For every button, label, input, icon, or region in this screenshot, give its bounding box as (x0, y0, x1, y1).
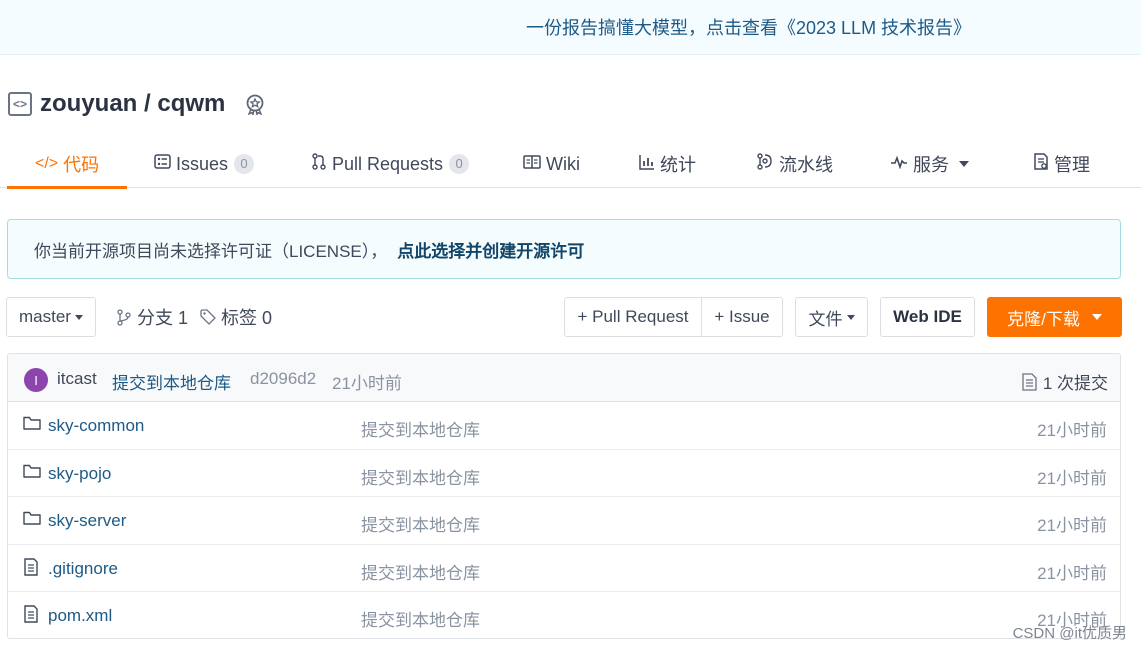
pull-request-icon (311, 153, 327, 175)
tab-manage[interactable]: 管理 (1033, 140, 1090, 188)
tab-label: 统计 (660, 155, 696, 175)
tags-count: 标签 0 (221, 308, 273, 328)
commit-time: 21小时前 (332, 374, 402, 393)
file-row[interactable]: sky-common 提交到本地仓库 21小时前 (8, 402, 1120, 450)
new-pull-request-button[interactable]: + Pull Request (564, 297, 702, 337)
tab-label: 管理 (1054, 155, 1090, 175)
file-time: 21小时前 (1037, 468, 1107, 488)
commit-author[interactable]: itcast (57, 369, 97, 389)
branch-icon (116, 308, 132, 326)
branches-link[interactable]: 分支 1 (116, 297, 188, 337)
badge-icon[interactable] (243, 92, 267, 116)
file-row[interactable]: pom.xml 提交到本地仓库 21小时前 (8, 592, 1120, 638)
code-icon: </> (35, 155, 59, 172)
tab-issues[interactable]: Issues 0 (154, 140, 255, 188)
tab-statistics[interactable]: 统计 (639, 140, 696, 188)
chevron-down-icon (846, 314, 855, 320)
tab-pipeline[interactable]: 流水线 (756, 140, 833, 188)
repo-toolbar: master 分支 1 标签 0 + Pull Request + Issue … (0, 297, 1141, 337)
tab-label: 流水线 (779, 155, 833, 175)
commit-count-link[interactable]: 1 次提交 (1022, 369, 1108, 394)
folder-icon (23, 510, 41, 528)
commit-count: 1 次提交 (1042, 374, 1108, 393)
branch-select[interactable]: master (6, 297, 96, 337)
file-commit-message[interactable]: 提交到本地仓库 (361, 464, 480, 489)
chart-icon (639, 154, 655, 175)
commit-message[interactable]: 提交到本地仓库 (112, 369, 231, 394)
watermark: CSDN @it优质男 (1012, 625, 1127, 642)
banner-text[interactable]: 一份报告搞懂大模型，点击查看《2023 LLM 技术报告》 (526, 14, 971, 40)
file-time: 21小时前 (1037, 563, 1107, 583)
file-row[interactable]: sky-server 提交到本地仓库 21小时前 (8, 497, 1120, 545)
file-list: I itcast 提交到本地仓库 d2096d2 21小时前 1 次提交 sky… (7, 353, 1121, 639)
files-dropdown-label: 文件 (808, 309, 843, 329)
clone-download-label: 克隆/下载 (1007, 309, 1080, 329)
book-icon (523, 154, 541, 174)
license-notice: 你当前开源项目尚未选择许可证（LICENSE）， 点此选择并创建开源许可 (7, 219, 1121, 279)
promo-banner[interactable]: 一份报告搞懂大模型，点击查看《2023 LLM 技术报告》 (0, 0, 1141, 55)
tab-label: 服务 (913, 155, 949, 175)
commit-hash[interactable]: d2096d2 (250, 369, 316, 389)
file-time: 21小时前 (1037, 516, 1107, 535)
file-row[interactable]: sky-pojo 提交到本地仓库 21小时前 (8, 450, 1120, 497)
chevron-down-icon (1091, 314, 1102, 320)
pull-requests-count-badge: 0 (449, 154, 470, 174)
files-dropdown[interactable]: 文件 (795, 297, 868, 337)
branch-select-label: master (19, 307, 71, 326)
branches-count: 分支 1 (137, 308, 189, 328)
file-name-link[interactable]: sky-common (48, 416, 144, 436)
folder-icon (23, 463, 41, 481)
issues-icon (154, 154, 171, 174)
avatar[interactable]: I (24, 368, 48, 392)
file-text-icon (23, 557, 41, 576)
pipeline-icon (756, 153, 774, 175)
pulse-icon (890, 155, 908, 174)
tab-label: 代码 (63, 155, 100, 175)
latest-commit: I itcast 提交到本地仓库 d2096d2 21小时前 1 次提交 (8, 354, 1120, 402)
chevron-down-icon (74, 314, 83, 320)
repo-code-icon: <> (8, 92, 32, 116)
repo-name[interactable]: zouyuan / cqwm (40, 90, 225, 118)
file-commit-message[interactable]: 提交到本地仓库 (361, 606, 480, 631)
repo-header: <> zouyuan / cqwm (8, 88, 267, 120)
file-text-icon (23, 605, 41, 623)
tags-link[interactable]: 标签 0 (200, 297, 272, 337)
file-commit-message[interactable]: 提交到本地仓库 (361, 511, 480, 536)
file-name-link[interactable]: sky-pojo (48, 464, 111, 484)
file-commit-message[interactable]: 提交到本地仓库 (361, 416, 480, 441)
new-issue-button[interactable]: + Issue (701, 297, 783, 337)
file-time: 21小时前 (1037, 421, 1107, 440)
file-name-link[interactable]: sky-server (48, 511, 126, 531)
clone-download-button[interactable]: 克隆/下载 (987, 297, 1122, 337)
tab-wiki[interactable]: Wiki (523, 140, 580, 188)
create-license-link[interactable]: 点此选择并创建开源许可 (397, 237, 584, 262)
folder-icon (23, 415, 41, 433)
tab-label: Wiki (546, 153, 580, 174)
chevron-down-icon (959, 161, 969, 167)
repo-tabs: </> 代码 Issues 0 Pull Requests 0 Wiki 统计 … (0, 140, 1141, 189)
tab-label: Pull Requests (332, 153, 444, 174)
tab-services[interactable]: 服务 (890, 140, 969, 188)
file-name-link[interactable]: .gitignore (48, 559, 118, 579)
manage-icon (1033, 153, 1049, 175)
file-name-link[interactable]: pom.xml (48, 606, 112, 626)
document-icon (1022, 372, 1037, 391)
file-row[interactable]: .gitignore 提交到本地仓库 21小时前 (8, 545, 1120, 592)
tab-pull-requests[interactable]: Pull Requests 0 (311, 140, 470, 188)
web-ide-button[interactable]: Web IDE (880, 297, 975, 337)
file-commit-message[interactable]: 提交到本地仓库 (361, 559, 480, 584)
tab-label: Issues (176, 153, 229, 174)
license-text: 你当前开源项目尚未选择许可证（LICENSE）， (34, 241, 388, 261)
issues-count-badge: 0 (234, 154, 255, 174)
tab-code[interactable]: </> 代码 (6, 140, 128, 189)
tag-icon (200, 309, 216, 325)
